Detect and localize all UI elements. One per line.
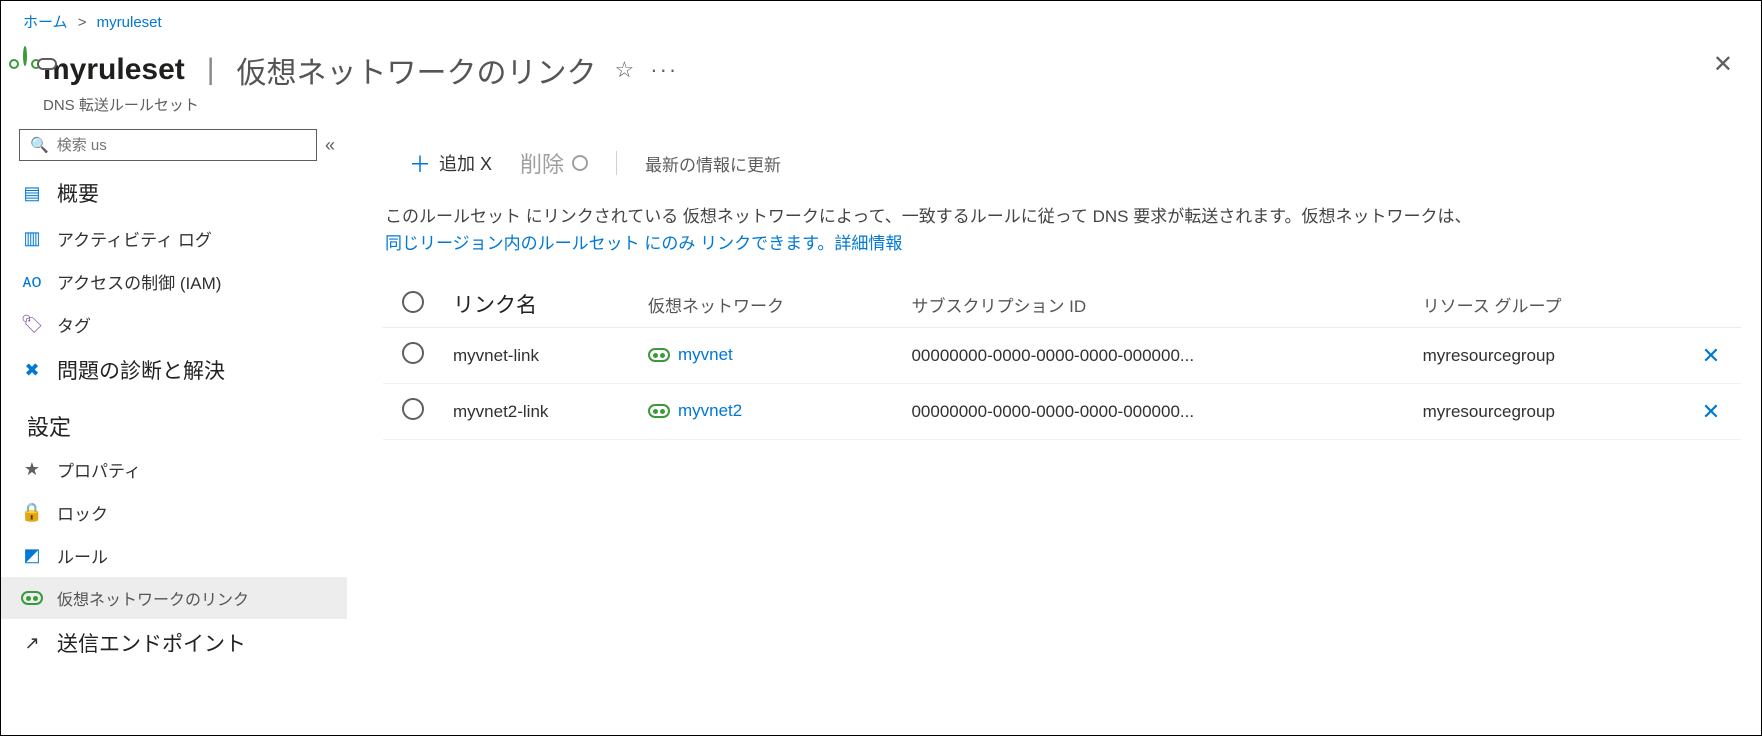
add-button[interactable]: ＋ 追加 X bbox=[409, 147, 492, 179]
breadcrumb-resource[interactable]: myruleset bbox=[97, 14, 162, 31]
tag-icon: 🏷 bbox=[21, 314, 43, 335]
sidebar-item-label: 問題の診断と解決 bbox=[57, 355, 225, 385]
sidebar-item-label: アクティビティ ログ bbox=[57, 226, 212, 251]
row-delete-icon[interactable]: ✕ bbox=[1702, 343, 1720, 368]
row-select-checkbox[interactable] bbox=[402, 342, 424, 364]
close-blade-icon[interactable]: ✕ bbox=[1713, 50, 1733, 79]
cell-linkname: myvnet2-link bbox=[443, 384, 638, 440]
sidebar-search-box[interactable]: 🔍 bbox=[19, 129, 317, 161]
resource-name: myruleset bbox=[43, 53, 185, 87]
activity-log-icon: ▥ bbox=[21, 228, 43, 249]
sidebar-item-label: 概要 bbox=[57, 178, 99, 208]
collapse-sidebar-icon[interactable]: « bbox=[325, 135, 335, 156]
outbound-icon: ↗ bbox=[21, 633, 43, 654]
rules-icon: ◩ bbox=[21, 545, 43, 566]
overview-icon: ▤ bbox=[21, 183, 43, 204]
resource-type-subtitle: DNS 転送ルールセット bbox=[43, 94, 678, 115]
delete-circle-icon bbox=[572, 155, 588, 171]
table-row[interactable]: myvnet-link myvnet 00000000-0000-0000-00… bbox=[383, 328, 1741, 384]
vnet-name: myvnet bbox=[678, 345, 733, 365]
sidebar-item-activity-log[interactable]: ▥ アクティビティ ログ bbox=[1, 217, 347, 260]
sidebar-item-iam[interactable]: ᴀᴏ アクセスの制御 (IAM) bbox=[1, 260, 347, 303]
sidebar-section-settings: 設定 bbox=[1, 394, 347, 448]
vnet-link[interactable]: myvnet bbox=[648, 345, 733, 365]
sidebar-item-properties[interactable]: ★ プロパティ bbox=[1, 448, 347, 491]
select-all-checkbox[interactable] bbox=[402, 291, 424, 313]
cell-linkname: myvnet-link bbox=[443, 328, 638, 384]
description-line1: このルールセット にリンクされている 仮想ネットワークによって、一致するルールに… bbox=[385, 207, 1472, 226]
refresh-label: 最新の情報に更新 bbox=[645, 151, 781, 176]
sidebar-item-label: ロック bbox=[57, 500, 108, 525]
favorite-star-icon[interactable]: ☆ bbox=[615, 57, 635, 83]
col-vnet[interactable]: 仮想ネットワーク bbox=[638, 281, 902, 328]
description-text: このルールセット にリンクされている 仮想ネットワークによって、一致するルールに… bbox=[385, 203, 1485, 257]
table-row[interactable]: myvnet2-link myvnet2 00000000-0000-0000-… bbox=[383, 384, 1741, 440]
search-icon: 🔍 bbox=[30, 136, 49, 154]
link-overlay-icon bbox=[37, 58, 57, 70]
more-actions-icon[interactable]: ··· bbox=[650, 57, 678, 83]
lock-icon: 🔒 bbox=[21, 502, 43, 523]
sidebar-item-label: ルール bbox=[57, 543, 108, 568]
col-subscription[interactable]: サブスクリプション ID bbox=[901, 281, 1412, 328]
ruleset-icon bbox=[23, 46, 27, 66]
breadcrumb-sep: > bbox=[78, 14, 87, 31]
vnet-icon bbox=[648, 404, 670, 418]
vnet-name: myvnet2 bbox=[678, 401, 742, 421]
description-more-info-link[interactable]: 同じリージョン内のルールセット にのみ リンクできます。詳細情報 bbox=[385, 234, 902, 253]
sidebar-item-rules[interactable]: ◩ ルール bbox=[1, 534, 347, 577]
properties-star-icon: ★ bbox=[21, 459, 43, 480]
sidebar-item-tags[interactable]: 🏷 タグ bbox=[1, 303, 347, 346]
col-resource-group[interactable]: リソース グループ bbox=[1413, 281, 1681, 328]
breadcrumb: ホーム > myruleset bbox=[1, 1, 1761, 38]
cell-resource-group: myresourcegroup bbox=[1413, 384, 1681, 440]
col-linkname[interactable]: リンク名 bbox=[443, 281, 638, 328]
resource-header: myruleset | 仮想ネットワークのリンク ☆ ··· DNS 転送ルール… bbox=[1, 38, 1761, 123]
cell-subscription: 00000000-0000-0000-0000-000000... bbox=[901, 328, 1412, 384]
row-select-checkbox[interactable] bbox=[402, 398, 424, 420]
sidebar-item-overview[interactable]: ▤ 概要 bbox=[1, 169, 347, 217]
sidebar-item-label: 送信エンドポイント bbox=[57, 628, 246, 658]
main-content: ＋ 追加 X 削除 最新の情報に更新 このルールセット にリンクされている 仮想… bbox=[347, 123, 1761, 736]
cell-subscription: 00000000-0000-0000-0000-000000... bbox=[901, 384, 1412, 440]
sidebar-item-label: アクセスの制御 (IAM) bbox=[57, 269, 221, 294]
plus-icon: ＋ bbox=[409, 147, 431, 179]
sidebar-item-vnet-links[interactable]: 仮想ネットワークのリンク bbox=[1, 577, 347, 619]
cell-resource-group: myresourcegroup bbox=[1413, 328, 1681, 384]
sidebar-item-diagnose[interactable]: ✖ 問題の診断と解決 bbox=[1, 346, 347, 394]
search-input[interactable] bbox=[57, 137, 306, 154]
sidebar-section-label: 設定 bbox=[27, 410, 71, 442]
toolbar-separator bbox=[616, 151, 617, 175]
refresh-button[interactable]: 最新の情報に更新 bbox=[645, 151, 781, 176]
page-title: 仮想ネットワークのリンク bbox=[237, 48, 597, 92]
delete-label: 削除 bbox=[520, 147, 564, 179]
add-label: 追加 X bbox=[439, 150, 492, 176]
vnet-links-table: リンク名 仮想ネットワーク サブスクリプション ID リソース グループ myv… bbox=[383, 281, 1741, 440]
row-delete-icon[interactable]: ✕ bbox=[1702, 399, 1720, 424]
sidebar-item-outbound-endpoint[interactable]: ↗ 送信エンドポイント bbox=[1, 619, 347, 667]
sidebar-item-label: タグ bbox=[57, 312, 91, 337]
delete-button[interactable]: 削除 bbox=[520, 147, 588, 179]
sidebar-item-label: プロパティ bbox=[57, 457, 141, 482]
sidebar-item-label: 仮想ネットワークのリンク bbox=[57, 586, 249, 610]
title-separator: | bbox=[207, 53, 215, 87]
breadcrumb-home[interactable]: ホーム bbox=[23, 14, 68, 31]
vnet-links-icon bbox=[21, 591, 43, 605]
diagnose-icon: ✖ bbox=[21, 360, 43, 381]
vnet-link[interactable]: myvnet2 bbox=[648, 401, 742, 421]
sidebar: 🔍 « ▤ 概要 ▥ アクティビティ ログ ᴀᴏ アクセスの制御 (IAM) 🏷… bbox=[1, 123, 347, 736]
iam-icon: ᴀᴏ bbox=[21, 271, 43, 292]
sidebar-item-lock[interactable]: 🔒 ロック bbox=[1, 491, 347, 534]
vnet-icon bbox=[648, 348, 670, 362]
toolbar: ＋ 追加 X 削除 最新の情報に更新 bbox=[409, 147, 1741, 179]
